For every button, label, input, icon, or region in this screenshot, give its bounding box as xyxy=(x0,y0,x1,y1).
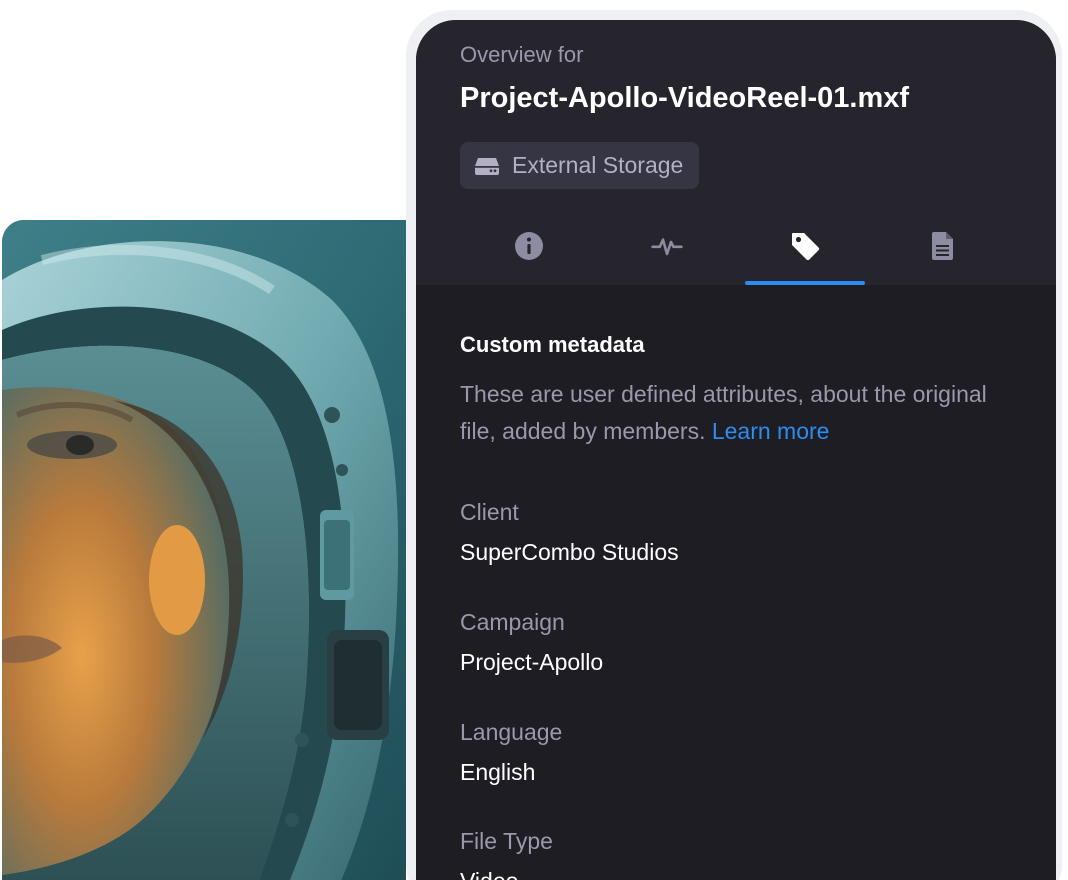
storage-label: External Storage xyxy=(512,152,684,178)
file-name-title: Project-Apollo-VideoReel-01.mxf xyxy=(460,82,910,114)
metadata-field-client: Client SuperCombo Studios xyxy=(460,496,1000,568)
file-overview-panel: Overview for Project-Apollo-VideoReel-01… xyxy=(416,20,1056,880)
metadata-field-campaign: Campaign Project-Apollo xyxy=(460,606,1000,678)
info-icon xyxy=(515,232,543,260)
field-value[interactable]: Project-Apollo xyxy=(460,646,1000,678)
hard-drive-icon xyxy=(475,157,499,175)
field-value[interactable]: SuperCombo Studios xyxy=(460,536,1000,568)
tag-icon xyxy=(792,233,820,261)
field-value[interactable]: Video xyxy=(460,865,1000,880)
field-value[interactable]: English xyxy=(460,756,1000,788)
waveform-icon xyxy=(651,238,683,256)
metadata-field-file-type: File Type Video xyxy=(460,825,1000,880)
field-label: File Type xyxy=(460,828,553,854)
section-description: These are user defined attributes, about… xyxy=(460,376,1000,450)
panel-header: Overview for Project-Apollo-VideoReel-01… xyxy=(416,20,1056,285)
document-icon xyxy=(932,232,953,260)
field-label: Campaign xyxy=(460,609,565,635)
stage: Overview for Project-Apollo-VideoReel-01… xyxy=(0,0,1068,880)
field-label: Client xyxy=(460,499,519,525)
tab-activity[interactable] xyxy=(598,216,736,285)
tab-info[interactable] xyxy=(460,216,598,285)
storage-badge[interactable]: External Storage xyxy=(460,142,700,189)
tab-metadata[interactable] xyxy=(736,216,874,285)
tab-document[interactable] xyxy=(874,216,1012,285)
field-label: Language xyxy=(460,719,563,745)
metadata-field-language: Language English xyxy=(460,716,1000,788)
overview-eyebrow: Overview for xyxy=(460,42,584,67)
astronaut-illustration xyxy=(2,220,406,880)
panel-tabs xyxy=(460,216,1012,285)
section-title: Custom metadata xyxy=(460,332,645,357)
astronaut-preview-image xyxy=(2,220,406,880)
learn-more-link[interactable]: Learn more xyxy=(712,418,830,444)
